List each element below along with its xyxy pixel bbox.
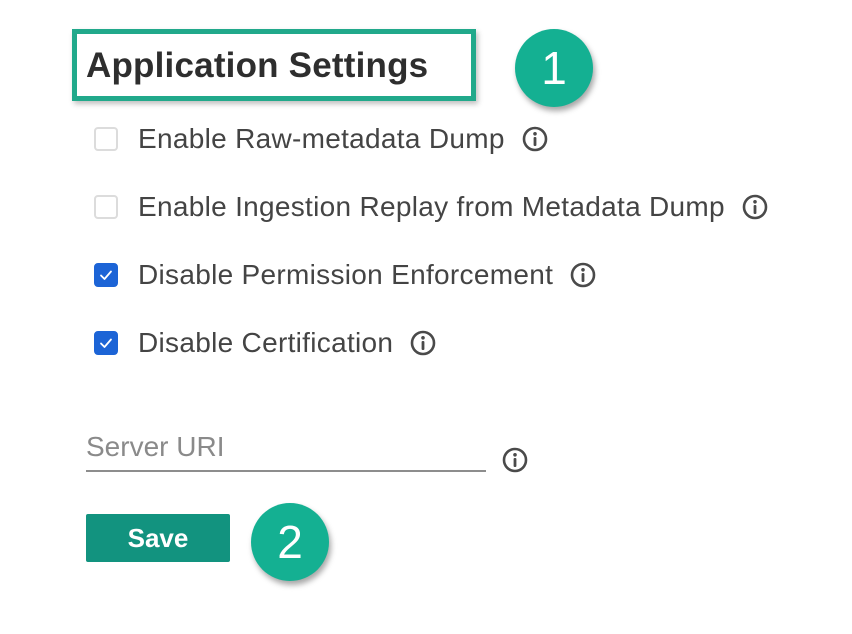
checkbox-raw-metadata-dump[interactable] <box>94 127 118 151</box>
option-label: Enable Ingestion Replay from Metadata Du… <box>138 191 725 222</box>
info-icon[interactable] <box>501 446 529 474</box>
option-label: Disable Permission Enforcement <box>138 259 554 290</box>
callout-badge-2: 2 <box>251 503 329 581</box>
info-icon[interactable] <box>409 329 437 357</box>
option-disable-certification: Disable Certification <box>94 325 437 361</box>
checkmark-icon <box>100 338 112 348</box>
server-uri-input[interactable] <box>86 424 486 472</box>
option-raw-metadata-dump: Enable Raw-metadata Dump <box>94 121 549 157</box>
checkbox-ingestion-replay[interactable] <box>94 195 118 219</box>
info-icon[interactable] <box>741 193 769 221</box>
page-title: Application Settings <box>86 46 429 85</box>
option-label: Disable Certification <box>138 327 394 358</box>
callout-badge-1: 1 <box>515 29 593 107</box>
save-button[interactable]: Save <box>86 514 230 562</box>
option-disable-permission-enforcement: Disable Permission Enforcement <box>94 257 597 293</box>
option-ingestion-replay: Enable Ingestion Replay from Metadata Du… <box>94 189 769 225</box>
checkbox-disable-certification[interactable] <box>94 331 118 355</box>
info-icon[interactable] <box>569 261 597 289</box>
info-icon[interactable] <box>521 125 549 153</box>
checkbox-disable-permission-enforcement[interactable] <box>94 263 118 287</box>
checkmark-icon <box>100 270 112 280</box>
option-label: Enable Raw-metadata Dump <box>138 123 505 154</box>
